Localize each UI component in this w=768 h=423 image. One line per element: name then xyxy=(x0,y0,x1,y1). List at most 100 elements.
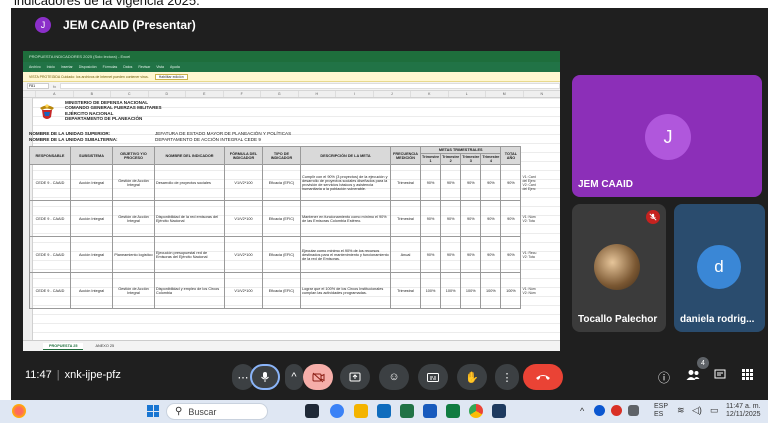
taskbar-clock[interactable]: 11:47 a. m. 12/11/2025 xyxy=(726,403,761,419)
indicators-table: RESPONSABLE SUBSISTEMA OBJETIVO Y/O PROC… xyxy=(29,146,539,309)
battery-icon[interactable]: ▭ xyxy=(710,406,719,415)
meeting-code: xnk-ijpe-pfz xyxy=(64,369,121,381)
captions-button[interactable] xyxy=(418,364,448,390)
name-box: F81 xyxy=(27,83,49,89)
participant-name: JEM CAAID xyxy=(578,179,634,190)
participant-tile-daniela[interactable]: d daniela rodrig... xyxy=(674,204,765,332)
app-icon[interactable] xyxy=(492,404,506,418)
formula-bar: F81 fx xyxy=(23,82,560,91)
enable-editing-button: Habilitar edición xyxy=(154,73,188,80)
chevron-up-icon[interactable]: ^ xyxy=(285,364,303,390)
emoji-button[interactable]: ☺ xyxy=(379,364,409,390)
tray-app-icon[interactable] xyxy=(628,405,639,416)
people-icon[interactable] xyxy=(686,369,700,384)
participant-tile-jem[interactable]: J JEM CAAID xyxy=(572,75,762,197)
institution-header: MINISTERIO DE DEFENSA NACIONAL COMANDO G… xyxy=(65,100,162,122)
task-view-icon[interactable] xyxy=(305,404,319,418)
quarter-header: Trimestre 2 xyxy=(440,153,462,165)
protected-view-banner: VISTA PROTEGIDA Cuidado: los archivos de… xyxy=(23,72,560,82)
ribbon-tab: Vista xyxy=(156,65,164,69)
excel-title-bar: PROPUESTA INDICADORES 2025 (Solo lectura… xyxy=(23,51,560,62)
ribbon-tab: Inicio xyxy=(46,65,55,69)
ribbon-tab: Ayuda xyxy=(169,65,180,69)
meeting-controls-bar: 11:47 | xnk-ijpe-pfz ⋯ ^ ☺ ✋ ⋮ ⓘ 4 xyxy=(11,355,768,399)
word-icon[interactable] xyxy=(423,404,437,418)
screen: indicadores de la vigencia 2025. J JEM C… xyxy=(0,0,768,423)
sheet-tab-anexo: ANEXO 25 xyxy=(95,344,115,348)
participant-name: Tocallo Palechor xyxy=(578,314,658,325)
presenter-avatar: J xyxy=(35,17,51,33)
col-header: FRECUENCIA MEDICIÓN xyxy=(390,146,421,165)
ribbon-tab: Disposición xyxy=(78,65,97,69)
quarter-header: Trimestre 1 xyxy=(419,153,442,165)
microphone-button[interactable] xyxy=(250,364,280,390)
army-crest-icon xyxy=(40,104,54,119)
col-header: RESPONSABLE xyxy=(29,146,71,165)
presenter-bar: J JEM CAAID (Presentar) xyxy=(11,8,768,42)
ribbon-tab: Datos xyxy=(123,65,133,69)
mic-off-icon xyxy=(646,210,660,224)
col-header: FÓRMULA DEL INDICADOR xyxy=(224,146,263,165)
unit-labels: NOMBRE DE LA UNIDAD SUPERIOR: NOMBRE DE … xyxy=(29,131,118,142)
excel-ribbon: Archivo Inicio Insertar Disposición Fórm… xyxy=(23,62,560,72)
col-header: METAS TRIMESTRALES xyxy=(419,146,502,154)
excel-icon[interactable] xyxy=(400,404,414,418)
people-count-badge: 4 xyxy=(697,357,709,369)
chevron-up-icon[interactable]: ^ xyxy=(580,407,584,416)
raise-hand-button[interactable]: ✋ xyxy=(457,364,487,390)
col-header: SUBSISTEMA xyxy=(70,146,113,165)
participant-name: daniela rodrig... xyxy=(680,314,755,325)
weather-widget-icon[interactable] xyxy=(12,404,26,418)
col-header: NOMBRE DEL INDICADOR xyxy=(154,146,225,165)
ribbon-tab: Insertar xyxy=(60,65,73,69)
excel-icon[interactable] xyxy=(446,404,460,418)
col-header: DESCRIPCIÓN DE LA META xyxy=(300,146,391,165)
leave-call-button[interactable] xyxy=(523,364,563,390)
column-headers: ABCDEFGHIJKLMN xyxy=(23,91,560,98)
formula-input xyxy=(60,83,560,89)
language-indicator[interactable]: ESP ES xyxy=(654,403,668,419)
chrome-icon[interactable] xyxy=(469,404,483,418)
search-icon: ⚲ xyxy=(175,406,183,417)
tray-app-icon[interactable] xyxy=(611,405,622,416)
quarter-header: Trimestre 3 xyxy=(460,153,482,165)
participant-tile-tocallo[interactable]: Tocallo Palechor xyxy=(572,204,666,332)
col-header: OBJETIVO Y/O PROCESO xyxy=(112,146,155,165)
windows-taskbar: ⚲ Buscar ^ ESP ES ≋ ◁) ▭ 11:47 a. m. 12/… xyxy=(0,400,768,423)
ribbon-tab: Revisar xyxy=(138,65,151,69)
wifi-icon[interactable]: ≋ xyxy=(677,406,685,415)
fx-icon: fx xyxy=(53,83,57,89)
info-icon[interactable]: ⓘ xyxy=(658,369,670,386)
file-explorer-icon[interactable] xyxy=(354,404,368,418)
caption-text: indicadores de la vigencia 2025. xyxy=(14,0,200,8)
camera-off-button[interactable] xyxy=(303,364,333,390)
avatar: J xyxy=(645,114,691,160)
mail-icon[interactable] xyxy=(377,404,391,418)
table-row: CEDE 9 - CAAID Acción Integral Planeamie… xyxy=(29,236,539,273)
col-header: TOTAL AÑO xyxy=(500,146,522,165)
activities-icon[interactable] xyxy=(742,369,753,383)
table-row: CEDE 9 - CAAID Acción Integral Gestión d… xyxy=(29,272,539,309)
taskbar-search[interactable]: ⚲ Buscar xyxy=(166,403,268,420)
col-header: TIPO DE INDICADOR xyxy=(262,146,301,165)
protected-notice: VISTA PROTEGIDA Cuidado: los archivos de… xyxy=(29,74,149,79)
ribbon-tab: Archivo xyxy=(29,65,41,69)
meeting-info: 11:47 | xnk-ijpe-pfz xyxy=(25,369,121,381)
sheet-tabs: PROPUESTA 25 ANEXO 25 xyxy=(23,340,560,351)
worksheet: MINISTERIO DE DEFENSA NACIONAL COMANDO G… xyxy=(23,98,560,340)
edge-icon[interactable] xyxy=(330,404,344,418)
table-header-row: RESPONSABLE SUBSISTEMA OBJETIVO Y/O PROC… xyxy=(29,146,539,165)
presenter-title: JEM CAAID (Presentar) xyxy=(63,18,196,32)
present-screen-button[interactable] xyxy=(340,364,370,390)
shared-screen[interactable]: PROPUESTA INDICADORES 2025 (Solo lectura… xyxy=(23,51,560,351)
search-placeholder: Buscar xyxy=(188,406,217,417)
sheet-tab-propuesta: PROPUESTA 25 xyxy=(43,342,84,350)
volume-icon[interactable]: ◁) xyxy=(692,406,702,415)
chat-icon[interactable] xyxy=(714,369,726,384)
more-options-button[interactable]: ⋮ xyxy=(495,364,519,390)
table-row: CEDE 9 - CAAID Acción Integral Gestión d… xyxy=(29,164,539,201)
windows-start-icon[interactable] xyxy=(147,405,159,417)
avatar: d xyxy=(697,245,741,289)
tray-app-icon[interactable] xyxy=(594,405,605,416)
unit-values: JEFATURA DE ESTADO MAYOR DE PLANEACIÓN Y… xyxy=(155,131,292,142)
